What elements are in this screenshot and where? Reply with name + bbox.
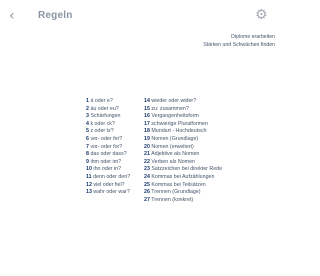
page-title: Regeln: [38, 10, 73, 21]
rule-number: 8: [86, 151, 89, 158]
rule-number: 23: [144, 166, 150, 173]
rule-number: 25: [144, 181, 150, 188]
rule-item[interactable]: 4 k oder ck?: [86, 121, 130, 129]
rule-label: Kommas bei Teilsätzen: [151, 181, 206, 188]
rule-number: 6: [86, 135, 89, 142]
rule-number: 14: [144, 98, 150, 104]
rule-label: ihn oder in?: [93, 166, 122, 173]
rule-number: 12: [86, 181, 92, 188]
rule-item[interactable]: 10 ihn oder in?: [86, 166, 130, 174]
rule-number: 20: [144, 143, 150, 150]
top-bar: ‹ Regeln ⚙: [0, 0, 277, 36]
rule-number: 19: [144, 135, 150, 142]
rule-number: 2: [86, 105, 89, 112]
rule-label: ä oder e?: [90, 98, 113, 104]
rule-number: 18: [144, 128, 150, 135]
rule-label: äu oder eu?: [90, 105, 119, 112]
rule-label: Nomen (Grundlage): [151, 135, 199, 142]
rule-item[interactable]: 16 Vergangenheitsform: [144, 113, 222, 121]
rule-number: 4: [86, 120, 89, 127]
rule-label: das oder dass?: [90, 151, 127, 158]
top-links: Diplome erarbeiten Stärken und Schwächen…: [203, 33, 275, 49]
rule-number: 7: [86, 143, 89, 150]
rule-number: 5: [86, 128, 89, 135]
rule-label: Schärfungen: [90, 113, 121, 120]
rule-label: viel oder fiel?: [93, 181, 125, 188]
rule-item[interactable]: 18 Mundart - Hochdeutsch: [144, 128, 222, 136]
rule-item[interactable]: 8 das oder dass?: [86, 151, 130, 159]
rule-number: 26: [144, 189, 150, 196]
rule-item[interactable]: 5 z oder tz?: [86, 128, 130, 136]
rule-number: 16: [144, 113, 150, 120]
rule-item[interactable]: 21 Adjektive als Nomen: [144, 151, 222, 159]
rule-item[interactable]: 6 ver- oder fer?: [86, 136, 130, 144]
rule-label: zu: zusammen?: [151, 105, 189, 112]
rule-number: 1: [86, 98, 89, 104]
rule-number: 22: [144, 158, 150, 165]
rule-item[interactable]: 20 Nomen (erweitert): [144, 144, 222, 152]
rule-item[interactable]: 13 wahr oder war?: [86, 189, 130, 197]
rule-item[interactable]: 7 vor- oder for?: [86, 144, 130, 152]
rule-number: 17: [144, 120, 150, 127]
rule-number: 15: [144, 105, 150, 112]
rule-number: 24: [144, 173, 150, 180]
gear-icon[interactable]: ⚙: [255, 8, 269, 22]
rule-label: Satzzeichen bei direkter Rede: [151, 166, 223, 173]
diplome-link[interactable]: Diplome erarbeiten: [203, 33, 275, 41]
rule-label: Kommas bei Aufzählungen: [151, 173, 215, 180]
rule-item[interactable]: 2 äu oder eu?: [86, 106, 130, 114]
rule-number: 9: [86, 158, 89, 165]
rule-label: z oder tz?: [90, 128, 114, 135]
rule-label: Trennen (konkret): [151, 196, 194, 203]
rule-number: 11: [86, 173, 92, 180]
rule-item[interactable]: 23 Satzzeichen bei direkter Rede: [144, 166, 222, 174]
rule-item[interactable]: 12 viel oder fiel?: [86, 182, 130, 190]
rule-item[interactable]: 27 Trennen (konkret): [144, 197, 222, 205]
rule-label: denn oder den?: [93, 173, 131, 180]
rule-label: Adjektive als Nomen: [151, 151, 200, 158]
rule-item[interactable]: 1 ä oder e?: [86, 98, 130, 106]
rule-number: 3: [86, 113, 89, 120]
rule-label: Mundart - Hochdeutsch: [151, 128, 207, 135]
rule-label: ver- oder fer?: [90, 135, 123, 142]
rule-number: 27: [144, 196, 150, 203]
chevron-left-icon[interactable]: ‹: [9, 9, 23, 23]
rule-item[interactable]: 26 Trennen (Grundlage): [144, 189, 222, 197]
rule-label: vor- oder for?: [90, 143, 123, 150]
rule-label: wahr oder war?: [93, 189, 130, 196]
rule-number: 10: [86, 166, 92, 173]
rule-number: 21: [144, 151, 150, 158]
rule-item[interactable]: 17 schwierige Pluralformen: [144, 121, 222, 129]
rule-label: k oder ck?: [90, 120, 115, 127]
rule-item[interactable]: 24 Kommas bei Aufzählungen: [144, 174, 222, 182]
rule-label: schwierige Pluralformen: [151, 120, 208, 127]
rule-label: Vergangenheitsform: [151, 113, 199, 120]
rule-number: 13: [86, 189, 92, 196]
rule-label: Trennen (Grundlage): [151, 189, 201, 196]
staerken-link[interactable]: Stärken und Schwächen finden: [203, 41, 275, 49]
rules-list-right: 14 wieder oder wider? 15 zu: zusammen? 16 …: [144, 98, 222, 204]
rule-label: Verben als Nomen: [151, 158, 195, 165]
rule-item[interactable]: 15 zu: zusammen?: [144, 106, 222, 114]
rules-list-left: 1 ä oder e? 2 äu oder eu? 3 Schärfungen 4 k…: [86, 98, 130, 197]
rule-item[interactable]: 25 Kommas bei Teilsätzen: [144, 182, 222, 190]
rule-item[interactable]: 11 denn oder den?: [86, 174, 130, 182]
rule-item[interactable]: 19 Nomen (Grundlage): [144, 136, 222, 144]
rule-item[interactable]: 3 Schärfungen: [86, 113, 130, 121]
rule-label: ihm oder im?: [90, 158, 122, 165]
rule-label: Nomen (erweitert): [151, 143, 194, 150]
rule-item[interactable]: 14 wieder oder wider?: [144, 98, 222, 106]
rule-item[interactable]: 9 ihm oder im?: [86, 159, 130, 167]
rule-item[interactable]: 22 Verben als Nomen: [144, 159, 222, 167]
rule-label: wieder oder wider?: [151, 98, 197, 104]
